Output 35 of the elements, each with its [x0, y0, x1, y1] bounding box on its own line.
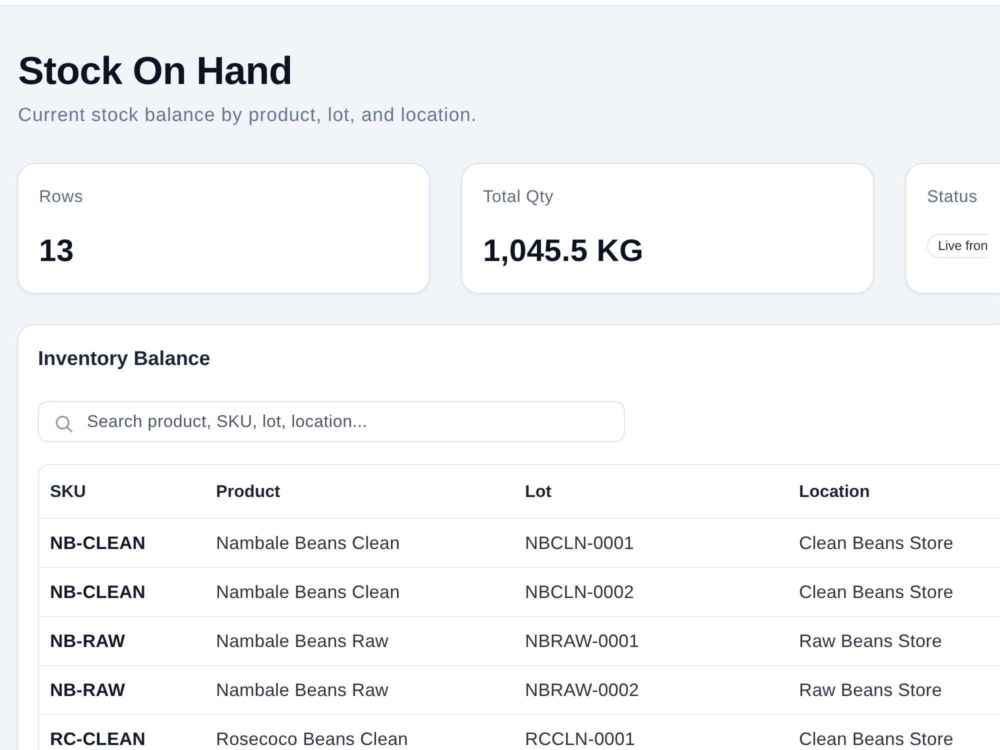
stat-value: 13	[39, 233, 75, 269]
stat-label: Status	[927, 187, 979, 207]
column-header: Lot	[524, 482, 552, 502]
column-header: SKU	[49, 482, 87, 502]
table-cell-text: Nambale Beans Raw	[215, 630, 390, 652]
page-subtitle: Current stock balance by product, lot, and location.	[18, 105, 478, 127]
table-cell-text: NB-RAW	[49, 680, 126, 700]
stat-value: 1,045.5 KG	[483, 233, 645, 269]
page-title: Stock On Hand	[18, 49, 294, 95]
table-cell-text: Rosecoco Beans Clean	[215, 728, 410, 750]
status-badge: Live fron	[927, 234, 988, 258]
table-cell-text: Nambale Beans Clean	[215, 582, 401, 602]
table-cell-text: Clean Beans Store	[798, 582, 954, 602]
column-header: Location	[798, 482, 871, 502]
table-cell-text: Raw Beans Store	[798, 680, 944, 700]
table-cell-text: Clean Beans Store	[798, 728, 954, 750]
table-cell-text: Nambale Beans Raw	[215, 680, 390, 700]
table-cell-text: NB-CLEAN	[49, 582, 147, 602]
search-icon	[55, 415, 73, 433]
table-cell-text: NB-CLEAN	[49, 532, 147, 554]
table-cell-text: NBCLN-0001	[524, 532, 636, 554]
table-cell-text: NBRAW-0001	[524, 630, 640, 652]
table-cell-text: Nambale Beans Clean	[215, 532, 401, 554]
table-cell-text: NB-RAW	[49, 630, 126, 652]
table-cell-text: Raw Beans Store	[798, 630, 944, 652]
search-field[interactable]: Search product, SKU, lot, location...	[38, 401, 625, 442]
table-cell-text: RC-CLEAN	[49, 728, 147, 750]
stat-label: Rows	[39, 187, 84, 207]
panel-title: Inventory Balance	[38, 347, 212, 371]
stat-label: Total Qty	[483, 187, 555, 207]
column-header: Product	[215, 482, 282, 502]
table-cell-text: RCCLN-0001	[524, 728, 636, 750]
table-cell-text: NBCLN-0002	[524, 582, 636, 602]
table-cell-text: Clean Beans Store	[798, 532, 954, 554]
table-cell-text: NBRAW-0002	[524, 680, 640, 700]
